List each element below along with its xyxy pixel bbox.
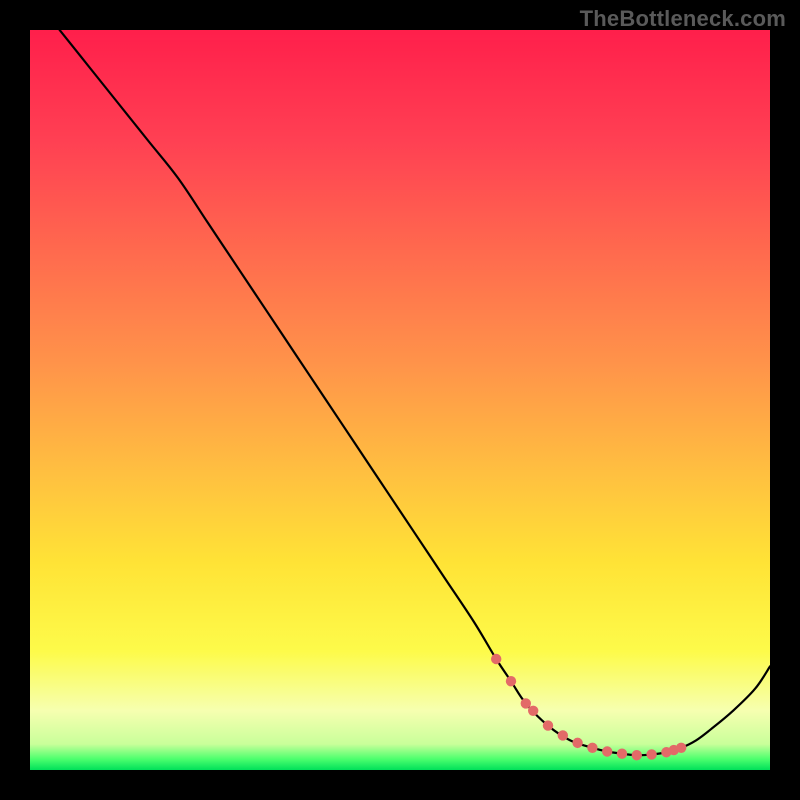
optimal-dot — [617, 749, 627, 759]
optimal-dot — [506, 676, 516, 686]
optimal-dot — [491, 654, 501, 664]
optimal-dot — [528, 706, 538, 716]
optimal-dot — [543, 720, 553, 730]
optimal-dot — [676, 743, 686, 753]
optimal-dot — [572, 738, 582, 748]
plot-background — [30, 30, 770, 770]
optimal-dot — [646, 749, 656, 759]
optimal-dot — [632, 750, 642, 760]
optimal-dot — [587, 743, 597, 753]
chart-svg — [0, 0, 800, 800]
attribution-text: TheBottleneck.com — [580, 6, 786, 32]
chart-stage: TheBottleneck.com — [0, 0, 800, 800]
optimal-dot — [602, 746, 612, 756]
optimal-dot — [558, 730, 568, 740]
optimal-dot — [521, 698, 531, 708]
